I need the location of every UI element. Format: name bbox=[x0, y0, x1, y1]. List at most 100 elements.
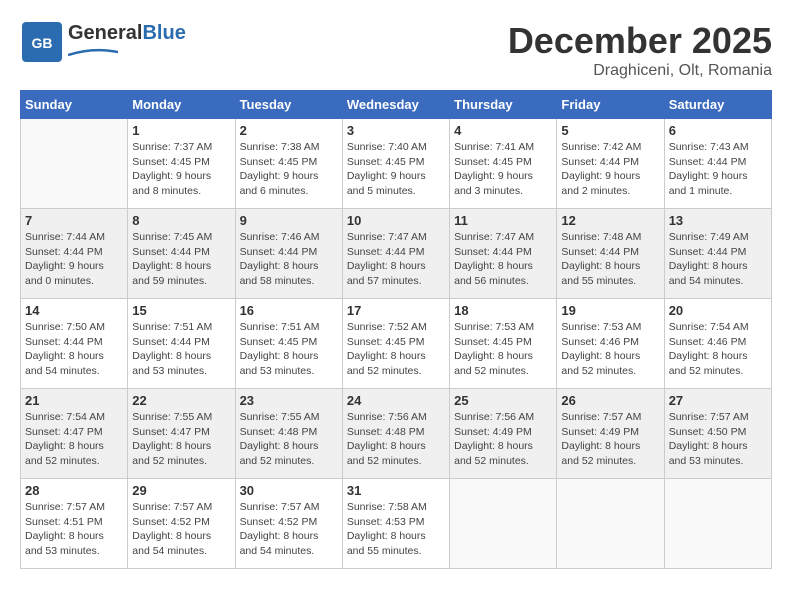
calendar-header-row: SundayMondayTuesdayWednesdayThursdayFrid… bbox=[21, 91, 772, 119]
day-number: 3 bbox=[347, 123, 445, 138]
day-info: Sunrise: 7:57 AMSunset: 4:52 PMDaylight:… bbox=[240, 500, 338, 559]
logo-icon: GB bbox=[20, 20, 64, 64]
weekday-header-wednesday: Wednesday bbox=[342, 91, 449, 119]
calendar-cell: 31 Sunrise: 7:58 AMSunset: 4:53 PMDayligh… bbox=[342, 479, 449, 569]
day-info: Sunrise: 7:47 AMSunset: 4:44 PMDaylight:… bbox=[454, 230, 552, 289]
day-number: 25 bbox=[454, 393, 552, 408]
day-info: Sunrise: 7:56 AMSunset: 4:49 PMDaylight:… bbox=[454, 410, 552, 469]
day-info: Sunrise: 7:57 AMSunset: 4:50 PMDaylight:… bbox=[669, 410, 767, 469]
day-info: Sunrise: 7:55 AMSunset: 4:47 PMDaylight:… bbox=[132, 410, 230, 469]
day-number: 19 bbox=[561, 303, 659, 318]
day-number: 15 bbox=[132, 303, 230, 318]
calendar-cell: 17 Sunrise: 7:52 AMSunset: 4:45 PMDayligh… bbox=[342, 299, 449, 389]
calendar-cell: 21Sunrise: 7:54 AMSunset: 4:47 PMDayligh… bbox=[21, 389, 128, 479]
day-number: 12 bbox=[561, 213, 659, 228]
svg-text:GB: GB bbox=[32, 35, 53, 51]
day-number: 29 bbox=[132, 483, 230, 498]
logo-blue: Blue bbox=[142, 22, 185, 44]
title-section: December 2025 Draghiceni, Olt, Romania bbox=[508, 20, 772, 80]
calendar-cell: 22 Sunrise: 7:55 AMSunset: 4:47 PMDayligh… bbox=[128, 389, 235, 479]
day-info: Sunrise: 7:47 AMSunset: 4:44 PMDaylight:… bbox=[347, 230, 445, 289]
weekday-header-thursday: Thursday bbox=[450, 91, 557, 119]
page-header: GB GeneralBlue December 2025 Draghiceni,… bbox=[20, 20, 772, 80]
day-info: Sunrise: 7:50 AMSunset: 4:44 PMDaylight:… bbox=[25, 320, 123, 379]
calendar-cell: 9 Sunrise: 7:46 AMSunset: 4:44 PMDaylight… bbox=[235, 209, 342, 299]
day-info: Sunrise: 7:53 AMSunset: 4:46 PMDaylight:… bbox=[561, 320, 659, 379]
calendar-week-row: 7Sunrise: 7:44 AMSunset: 4:44 PMDaylight… bbox=[21, 209, 772, 299]
day-number: 18 bbox=[454, 303, 552, 318]
calendar-week-row: 28 Sunrise: 7:57 AMSunset: 4:51 PMDayligh… bbox=[21, 479, 772, 569]
logo-swoosh bbox=[68, 47, 118, 57]
day-number: 24 bbox=[347, 393, 445, 408]
weekday-header-friday: Friday bbox=[557, 91, 664, 119]
weekday-header-sunday: Sunday bbox=[21, 91, 128, 119]
day-info: Sunrise: 7:52 AMSunset: 4:45 PMDaylight:… bbox=[347, 320, 445, 379]
calendar-cell: 12 Sunrise: 7:48 AMSunset: 4:44 PMDayligh… bbox=[557, 209, 664, 299]
day-number: 17 bbox=[347, 303, 445, 318]
day-number: 16 bbox=[240, 303, 338, 318]
day-number: 6 bbox=[669, 123, 767, 138]
calendar-cell: 5 Sunrise: 7:42 AMSunset: 4:44 PMDaylight… bbox=[557, 119, 664, 209]
calendar-cell: 2Sunrise: 7:38 AMSunset: 4:45 PMDaylight… bbox=[235, 119, 342, 209]
day-number: 22 bbox=[132, 393, 230, 408]
day-number: 27 bbox=[669, 393, 767, 408]
day-info: Sunrise: 7:54 AMSunset: 4:46 PMDaylight:… bbox=[669, 320, 767, 379]
calendar-cell: 25 Sunrise: 7:56 AMSunset: 4:49 PMDayligh… bbox=[450, 389, 557, 479]
calendar-cell: 15Sunrise: 7:51 AMSunset: 4:44 PMDayligh… bbox=[128, 299, 235, 389]
day-info: Sunrise: 7:51 AMSunset: 4:45 PMDaylight:… bbox=[240, 320, 338, 379]
calendar-cell: 26 Sunrise: 7:57 AMSunset: 4:49 PMDayligh… bbox=[557, 389, 664, 479]
calendar-cell: 29 Sunrise: 7:57 AMSunset: 4:52 PMDayligh… bbox=[128, 479, 235, 569]
day-number: 4 bbox=[454, 123, 552, 138]
calendar-cell: 13Sunrise: 7:49 AMSunset: 4:44 PMDayligh… bbox=[664, 209, 771, 299]
calendar-cell bbox=[450, 479, 557, 569]
day-info: Sunrise: 7:45 AMSunset: 4:44 PMDaylight:… bbox=[132, 230, 230, 289]
calendar-cell: 11 Sunrise: 7:47 AMSunset: 4:44 PMDayligh… bbox=[450, 209, 557, 299]
day-number: 5 bbox=[561, 123, 659, 138]
day-number: 26 bbox=[561, 393, 659, 408]
calendar-cell: 23Sunrise: 7:55 AMSunset: 4:48 PMDayligh… bbox=[235, 389, 342, 479]
day-info: Sunrise: 7:42 AMSunset: 4:44 PMDaylight:… bbox=[561, 140, 659, 199]
day-info: Sunrise: 7:48 AMSunset: 4:44 PMDaylight:… bbox=[561, 230, 659, 289]
calendar-week-row: 1Sunrise: 7:37 AMSunset: 4:45 PMDaylight… bbox=[21, 119, 772, 209]
day-number: 28 bbox=[25, 483, 123, 498]
day-info: Sunrise: 7:40 AMSunset: 4:45 PMDaylight:… bbox=[347, 140, 445, 199]
calendar-cell: 14 Sunrise: 7:50 AMSunset: 4:44 PMDayligh… bbox=[21, 299, 128, 389]
calendar-cell: 10 Sunrise: 7:47 AMSunset: 4:44 PMDayligh… bbox=[342, 209, 449, 299]
day-number: 11 bbox=[454, 213, 552, 228]
calendar-cell: 27 Sunrise: 7:57 AMSunset: 4:50 PMDayligh… bbox=[664, 389, 771, 479]
weekday-header-tuesday: Tuesday bbox=[235, 91, 342, 119]
calendar-cell: 30 Sunrise: 7:57 AMSunset: 4:52 PMDayligh… bbox=[235, 479, 342, 569]
calendar-cell bbox=[664, 479, 771, 569]
calendar-week-row: 21Sunrise: 7:54 AMSunset: 4:47 PMDayligh… bbox=[21, 389, 772, 479]
day-info: Sunrise: 7:46 AMSunset: 4:44 PMDaylight:… bbox=[240, 230, 338, 289]
calendar-cell: 19 Sunrise: 7:53 AMSunset: 4:46 PMDayligh… bbox=[557, 299, 664, 389]
calendar-table: SundayMondayTuesdayWednesdayThursdayFrid… bbox=[20, 90, 772, 569]
calendar-cell: 3 Sunrise: 7:40 AMSunset: 4:45 PMDaylight… bbox=[342, 119, 449, 209]
month-title: December 2025 bbox=[508, 20, 772, 62]
day-info: Sunrise: 7:57 AMSunset: 4:52 PMDaylight:… bbox=[132, 500, 230, 559]
calendar-cell: 20Sunrise: 7:54 AMSunset: 4:46 PMDayligh… bbox=[664, 299, 771, 389]
day-info: Sunrise: 7:38 AMSunset: 4:45 PMDaylight:… bbox=[240, 140, 338, 199]
calendar-cell: 16 Sunrise: 7:51 AMSunset: 4:45 PMDayligh… bbox=[235, 299, 342, 389]
day-number: 8 bbox=[132, 213, 230, 228]
location: Draghiceni, Olt, Romania bbox=[508, 62, 772, 80]
day-info: Sunrise: 7:58 AMSunset: 4:53 PMDaylight:… bbox=[347, 500, 445, 559]
day-info: Sunrise: 7:57 AMSunset: 4:49 PMDaylight:… bbox=[561, 410, 659, 469]
day-number: 10 bbox=[347, 213, 445, 228]
day-info: Sunrise: 7:49 AMSunset: 4:44 PMDaylight:… bbox=[669, 230, 767, 289]
calendar-cell: 7Sunrise: 7:44 AMSunset: 4:44 PMDaylight… bbox=[21, 209, 128, 299]
day-number: 31 bbox=[347, 483, 445, 498]
day-number: 30 bbox=[240, 483, 338, 498]
day-number: 23 bbox=[240, 393, 338, 408]
calendar-cell: 1Sunrise: 7:37 AMSunset: 4:45 PMDaylight… bbox=[128, 119, 235, 209]
calendar-week-row: 14 Sunrise: 7:50 AMSunset: 4:44 PMDayligh… bbox=[21, 299, 772, 389]
calendar-cell: 4Sunrise: 7:41 AMSunset: 4:45 PMDaylight… bbox=[450, 119, 557, 209]
calendar-cell: 8 Sunrise: 7:45 AMSunset: 4:44 PMDaylight… bbox=[128, 209, 235, 299]
day-info: Sunrise: 7:44 AMSunset: 4:44 PMDaylight:… bbox=[25, 230, 123, 289]
day-info: Sunrise: 7:56 AMSunset: 4:48 PMDaylight:… bbox=[347, 410, 445, 469]
day-number: 14 bbox=[25, 303, 123, 318]
day-info: Sunrise: 7:57 AMSunset: 4:51 PMDaylight:… bbox=[25, 500, 123, 559]
day-info: Sunrise: 7:37 AMSunset: 4:45 PMDaylight:… bbox=[132, 140, 230, 199]
calendar-cell: 6Sunrise: 7:43 AMSunset: 4:44 PMDaylight… bbox=[664, 119, 771, 209]
day-number: 9 bbox=[240, 213, 338, 228]
